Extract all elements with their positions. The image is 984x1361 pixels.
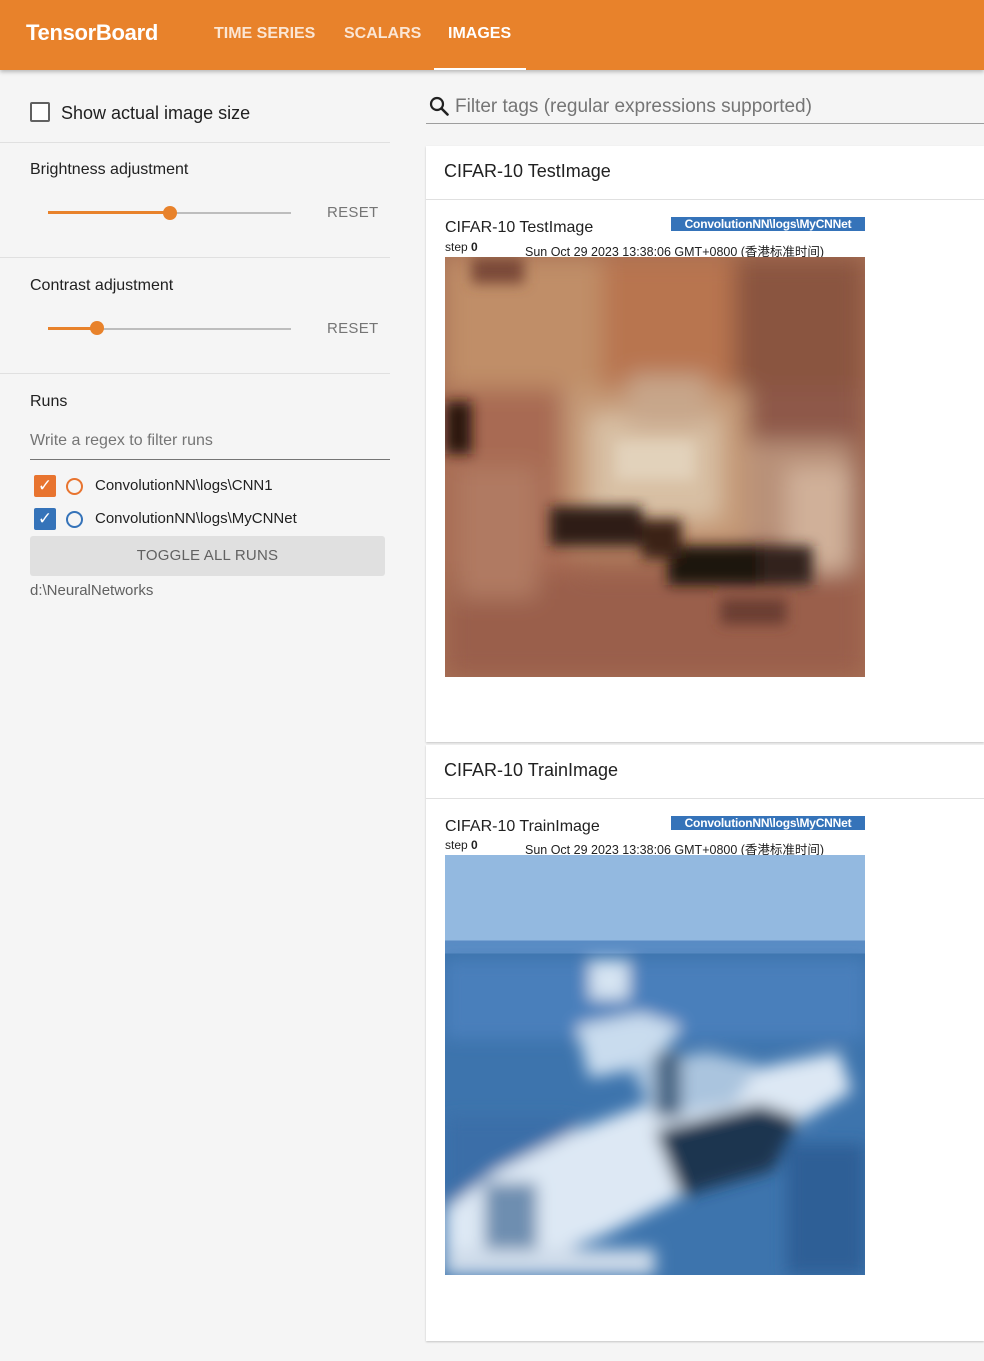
sidebar: Show actual image size Brightness adjust… <box>0 70 408 1361</box>
toggle-all-runs-button[interactable]: TOGGLE ALL RUNS <box>30 536 385 576</box>
contrast-reset-button[interactable]: RESET <box>327 320 379 337</box>
runs-title: Runs <box>30 393 68 410</box>
step-label: step 0 <box>445 838 478 852</box>
run-checkbox-checked[interactable]: ✓ <box>34 475 56 497</box>
brightness-slider-fill <box>48 211 170 214</box>
run-color-circle-icon[interactable] <box>66 478 83 495</box>
run-label: ConvolutionNN\logs\CNN1 <box>95 477 273 494</box>
tag-filter-input[interactable]: Filter tags (regular expressions support… <box>455 96 812 118</box>
tab-scalars[interactable]: SCALARS <box>344 25 421 43</box>
image-title: CIFAR-10 TestImage <box>445 219 594 236</box>
search-icon <box>429 96 449 116</box>
divider <box>0 142 390 143</box>
step-label: step 0 <box>445 240 478 254</box>
log-directory: d:\NeuralNetworks <box>30 582 154 599</box>
run-badge: ConvolutionNN\logs\MyCNNet <box>671 217 865 231</box>
image-card: CIFAR-10 TrainImage CIFAR-10 TrainImage … <box>426 745 984 1341</box>
run-badge: ConvolutionNN\logs\MyCNNet <box>671 816 865 830</box>
card-header: CIFAR-10 TestImage <box>426 146 984 200</box>
tab-images[interactable]: IMAGES <box>448 25 511 43</box>
run-checkbox-checked[interactable]: ✓ <box>34 508 56 530</box>
divider <box>0 373 390 374</box>
contrast-slider-thumb[interactable] <box>90 321 104 335</box>
active-tab-indicator <box>434 68 526 70</box>
cat-image[interactable] <box>445 257 865 677</box>
divider <box>0 257 390 258</box>
app-brand[interactable]: TensorBoard <box>26 20 158 46</box>
tab-time-series[interactable]: TIME SERIES <box>214 25 315 43</box>
show-actual-size-label: Show actual image size <box>61 103 251 123</box>
brightness-label: Brightness adjustment <box>30 161 189 178</box>
runs-filter-input[interactable]: Write a regex to filter runs <box>30 432 390 460</box>
tag-filter-bar[interactable]: Filter tags (regular expressions support… <box>426 88 984 124</box>
image-title: CIFAR-10 TrainImage <box>445 818 600 835</box>
contrast-label: Contrast adjustment <box>30 277 174 294</box>
run-color-circle-icon[interactable] <box>66 511 83 528</box>
top-app-bar: TensorBoard TIME SERIES SCALARS IMAGES <box>0 0 984 70</box>
card-title: CIFAR-10 TrainImage <box>444 760 619 780</box>
brightness-slider-thumb[interactable] <box>163 206 177 220</box>
card-title: CIFAR-10 TestImage <box>444 161 611 181</box>
run-label: ConvolutionNN\logs\MyCNNet <box>95 510 297 527</box>
ship-image[interactable] <box>445 855 865 1275</box>
brightness-reset-button[interactable]: RESET <box>327 204 379 221</box>
image-card: CIFAR-10 TestImage CIFAR-10 TestImage Co… <box>426 146 984 742</box>
show-actual-size-checkbox[interactable] <box>30 102 50 122</box>
card-header: CIFAR-10 TrainImage <box>426 745 984 799</box>
